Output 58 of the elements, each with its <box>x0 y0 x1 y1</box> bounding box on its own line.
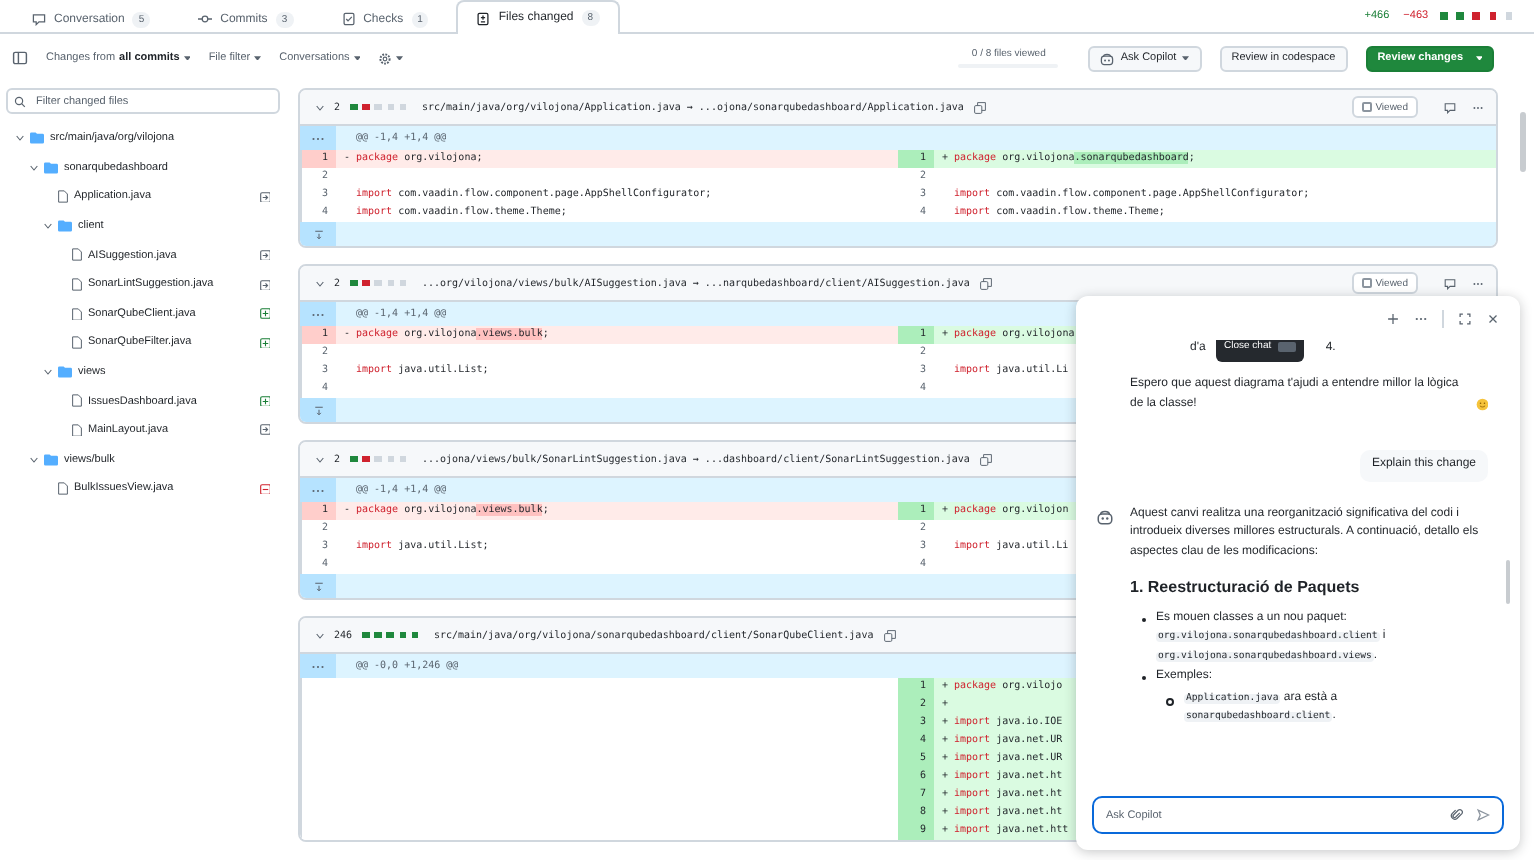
file-icon <box>72 336 82 350</box>
expand-icon[interactable] <box>1458 311 1472 325</box>
file-moved-icon <box>259 424 270 436</box>
commit-icon <box>198 12 213 26</box>
caret-icon <box>353 55 361 61</box>
caret-icon <box>254 55 262 61</box>
copy-icon[interactable] <box>979 277 992 289</box>
caret-icon <box>183 55 191 61</box>
file-added-icon <box>259 337 270 349</box>
send-icon[interactable] <box>1476 808 1490 822</box>
scrollbar-thumb[interactable] <box>1506 560 1510 604</box>
expand-icon <box>313 405 323 415</box>
plus-icon[interactable] <box>1386 311 1400 325</box>
file-added-icon <box>259 395 270 407</box>
file-added-icon <box>259 308 270 320</box>
expand-icon <box>313 581 323 591</box>
settings-dropdown[interactable] <box>378 51 404 65</box>
folder-icon <box>44 453 58 466</box>
settings-icon <box>378 51 393 65</box>
caret-icon <box>1475 55 1482 61</box>
file-removed-icon <box>259 483 270 495</box>
chevron-down-icon[interactable] <box>316 279 324 287</box>
copilot-icon <box>1100 51 1115 65</box>
copy-icon[interactable] <box>979 453 992 465</box>
chevron-down-icon[interactable] <box>316 455 324 463</box>
file-icon <box>58 482 68 496</box>
file-icon <box>72 248 82 262</box>
file-icon <box>72 423 82 437</box>
scrollbar-thumb[interactable] <box>1520 112 1526 172</box>
caret-icon <box>1182 55 1190 61</box>
file-icon <box>72 307 82 321</box>
folder-icon <box>58 220 72 233</box>
copy-icon[interactable] <box>883 629 896 641</box>
folder-icon <box>44 161 58 174</box>
file-icon <box>72 278 82 292</box>
file-icon <box>72 394 82 408</box>
copy-icon[interactable] <box>973 101 986 113</box>
chevron-down-icon[interactable] <box>316 631 324 639</box>
comment-icon[interactable] <box>1444 277 1456 289</box>
chevron-down-icon[interactable] <box>316 103 324 111</box>
bullet-icon <box>1166 697 1174 705</box>
file-icon <box>476 11 491 25</box>
close-icon[interactable] <box>1486 311 1500 325</box>
folder-icon <box>30 132 44 145</box>
file-moved-icon <box>259 191 270 203</box>
caret-icon <box>396 55 404 61</box>
expand-icon <box>313 229 323 239</box>
sidebar-toggle-icon[interactable] <box>12 50 28 66</box>
comment-icon[interactable] <box>1444 101 1456 113</box>
search-icon <box>14 95 26 107</box>
checks-icon <box>341 12 356 26</box>
file-icon <box>58 190 68 204</box>
paperclip-icon[interactable] <box>1450 808 1464 822</box>
section-heading: 1. Reestructuració de Paquets <box>1130 578 1362 597</box>
file-moved-icon <box>259 249 270 261</box>
comment-icon <box>32 12 46 26</box>
folder-icon <box>58 366 72 379</box>
file-moved-icon <box>259 279 270 291</box>
